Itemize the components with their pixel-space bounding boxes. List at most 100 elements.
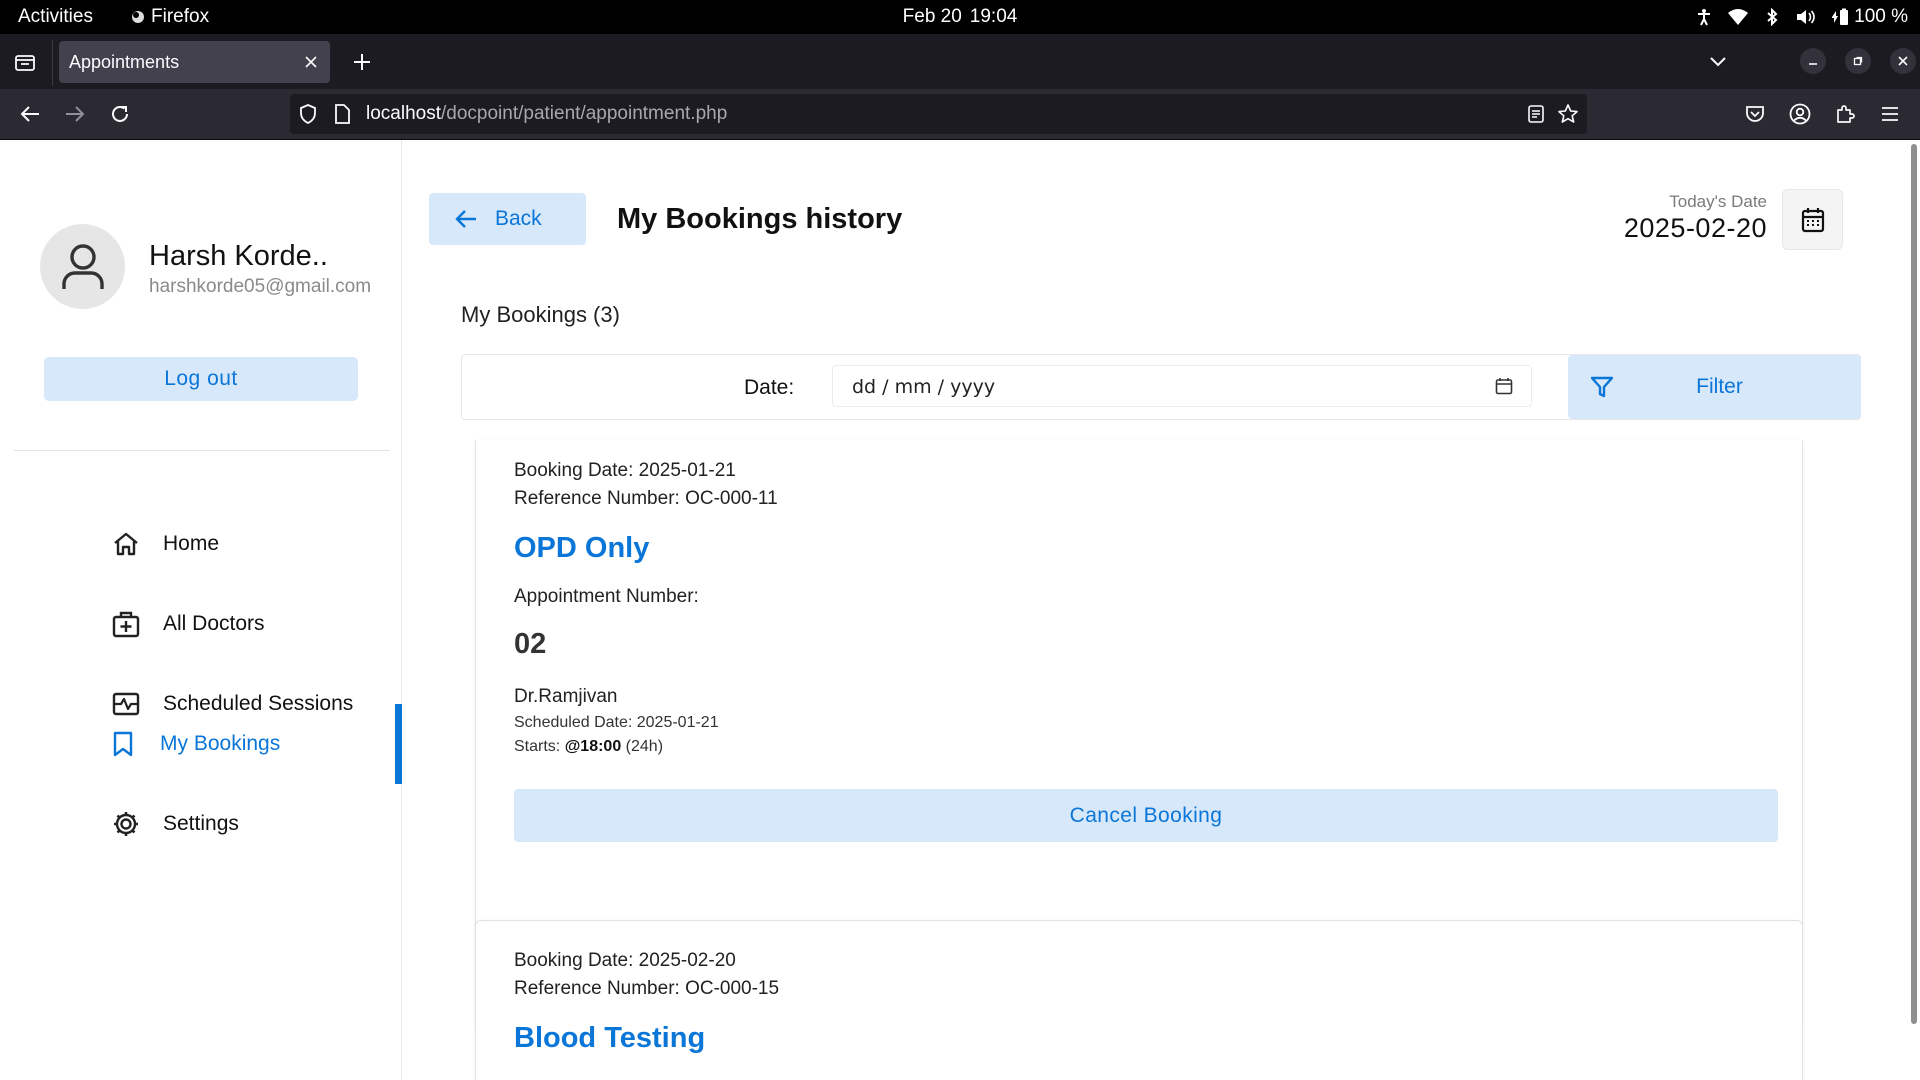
- new-tab-button[interactable]: [347, 47, 377, 77]
- sidebar-item-home[interactable]: Home: [0, 504, 402, 584]
- activities-button[interactable]: Activities: [18, 0, 93, 34]
- start-time-suffix: (24h): [621, 738, 664, 755]
- volume-icon: [1796, 7, 1816, 27]
- sidebar-divider: [14, 450, 390, 451]
- minimize-window-button[interactable]: [1800, 48, 1826, 74]
- browser-tab-strip: Appointments: [0, 34, 1920, 89]
- plus-icon: [354, 54, 370, 70]
- filter-button[interactable]: Filter: [1568, 355, 1861, 419]
- session-title: OPD Only: [514, 532, 650, 564]
- battery-indicator: 100 %: [1830, 6, 1908, 27]
- filter-bar: Date: dd / mm / yyyy Filter: [461, 354, 1861, 420]
- reader-view-icon[interactable]: [1527, 104, 1545, 124]
- sidebar-item-label: All Doctors: [163, 612, 265, 635]
- appointment-number-label: Appointment Number:: [514, 586, 699, 607]
- today-date-value: 2025-02-20: [1623, 213, 1767, 243]
- system-time: 19:04: [969, 6, 1018, 27]
- doctor-bag-icon: [112, 610, 140, 638]
- date-filter-label: Date:: [744, 376, 795, 399]
- firefox-view-button[interactable]: [8, 47, 42, 77]
- reference-number: Reference Number: OC-000-11: [514, 488, 778, 509]
- extensions-button[interactable]: [1829, 98, 1861, 130]
- tab-title: Appointments: [69, 51, 180, 72]
- booking-card: Booking Date: 2025-02-20 Reference Numbe…: [475, 920, 1803, 1080]
- restore-window-button[interactable]: [1845, 48, 1871, 74]
- gear-icon: [112, 810, 140, 838]
- calendar-button[interactable]: [1782, 189, 1843, 250]
- doctor-name: Dr.Ramjivan: [514, 686, 618, 707]
- cancel-booking-button[interactable]: Cancel Booking: [514, 789, 1778, 842]
- browser-tab-appointments[interactable]: Appointments: [59, 41, 330, 83]
- calendar-icon: [1801, 207, 1824, 232]
- session-title: Blood Testing: [514, 1022, 706, 1054]
- puzzle-icon: [1837, 105, 1855, 123]
- close-icon: [1898, 56, 1908, 66]
- hamburger-menu-icon: [1882, 107, 1898, 121]
- close-window-button[interactable]: [1890, 48, 1916, 74]
- user-name: Harsh Korde..: [149, 240, 328, 272]
- booking-date: Booking Date: 2025-02-20: [514, 950, 736, 971]
- booking-date: Booking Date: 2025-01-21: [514, 460, 736, 481]
- bookings-count: My Bookings (3): [461, 302, 620, 327]
- page-title: My Bookings history: [617, 202, 903, 235]
- battery-icon: [1832, 8, 1849, 25]
- bluetooth-icon: [1762, 7, 1782, 27]
- filter-label: Filter: [1696, 375, 1743, 398]
- sidebar: Harsh Korde.. harshkorde05@gmail.com Log…: [0, 140, 402, 1080]
- bookmark-icon: [109, 730, 137, 758]
- back-button[interactable]: Back: [429, 193, 586, 245]
- date-filter-input[interactable]: dd / mm / yyyy: [832, 365, 1532, 407]
- user-email: harshkorde05@gmail.com: [149, 276, 372, 297]
- wifi-icon: [1728, 7, 1749, 27]
- logout-button[interactable]: Log out: [44, 357, 358, 401]
- chevron-down-icon: [1710, 57, 1726, 67]
- page-info-icon[interactable]: [334, 104, 350, 124]
- browser-back-button[interactable]: [14, 98, 46, 130]
- app-menu[interactable]: Firefox: [131, 0, 209, 34]
- bookmark-star-icon[interactable]: [1557, 103, 1579, 125]
- save-to-pocket-button[interactable]: [1739, 98, 1771, 130]
- url-text[interactable]: localhost/docpoint/patient/appointment.p…: [366, 94, 727, 134]
- page-scrollbar[interactable]: [1911, 144, 1917, 1024]
- pocket-icon: [1746, 106, 1764, 122]
- url-path: /docpoint/patient/appointment.php: [441, 103, 728, 124]
- sidebar-item-label: My Bookings: [160, 732, 281, 755]
- close-tab-icon[interactable]: [300, 51, 322, 73]
- home-icon: [112, 530, 140, 558]
- browser-navigation-bar: localhost/docpoint/patient/appointment.p…: [0, 89, 1920, 139]
- tracking-protection-shield-icon[interactable]: [298, 104, 318, 124]
- firefox-view-icon: [15, 55, 35, 71]
- back-label: Back: [495, 207, 542, 230]
- reference-number: Reference Number: OC-000-15: [514, 978, 780, 999]
- browser-forward-button[interactable]: [59, 98, 91, 130]
- activities-label: Activities: [18, 6, 93, 27]
- date-input-placeholder: dd / mm / yyyy: [852, 376, 996, 398]
- sidebar-item-settings[interactable]: Settings: [0, 784, 402, 864]
- calendar-picker-icon[interactable]: [1495, 377, 1513, 395]
- arrow-left-icon: [455, 210, 476, 228]
- application-menu-button[interactable]: [1874, 98, 1906, 130]
- scheduled-date: Scheduled Date: 2025-01-21: [514, 714, 719, 731]
- firefox-icon: [132, 11, 144, 23]
- start-time-value: @18:00: [564, 738, 622, 755]
- system-top-bar: Feb 20 19:04 Activities Firefox 100 %: [0, 0, 1920, 34]
- sidebar-item-my-bookings[interactable]: My Bookings: [0, 704, 402, 784]
- list-all-tabs-button[interactable]: [1700, 47, 1736, 77]
- sidebar-item-label: Settings: [163, 812, 239, 835]
- reload-button[interactable]: [104, 98, 136, 130]
- account-button[interactable]: [1784, 98, 1816, 130]
- app-name: Firefox: [151, 6, 210, 27]
- accessibility-icon: [1694, 7, 1714, 27]
- sidebar-item-all-doctors[interactable]: All Doctors: [0, 584, 402, 664]
- status-area[interactable]: 100 %: [1694, 0, 1908, 34]
- system-date: Feb 20: [902, 6, 962, 27]
- start-time: Starts: @18:00 (24h): [514, 738, 663, 756]
- restore-icon: [1853, 56, 1863, 66]
- start-time-prefix: Starts:: [514, 738, 565, 755]
- account-icon: [1789, 103, 1811, 125]
- url-host: localhost: [366, 103, 441, 124]
- page-viewport: Harsh Korde.. harshkorde05@gmail.com Log…: [0, 140, 1920, 1080]
- system-clock[interactable]: Feb 20 19:04: [0, 0, 1920, 34]
- battery-percent: 100 %: [1854, 6, 1908, 27]
- address-bar[interactable]: localhost/docpoint/patient/appointment.p…: [290, 94, 1587, 134]
